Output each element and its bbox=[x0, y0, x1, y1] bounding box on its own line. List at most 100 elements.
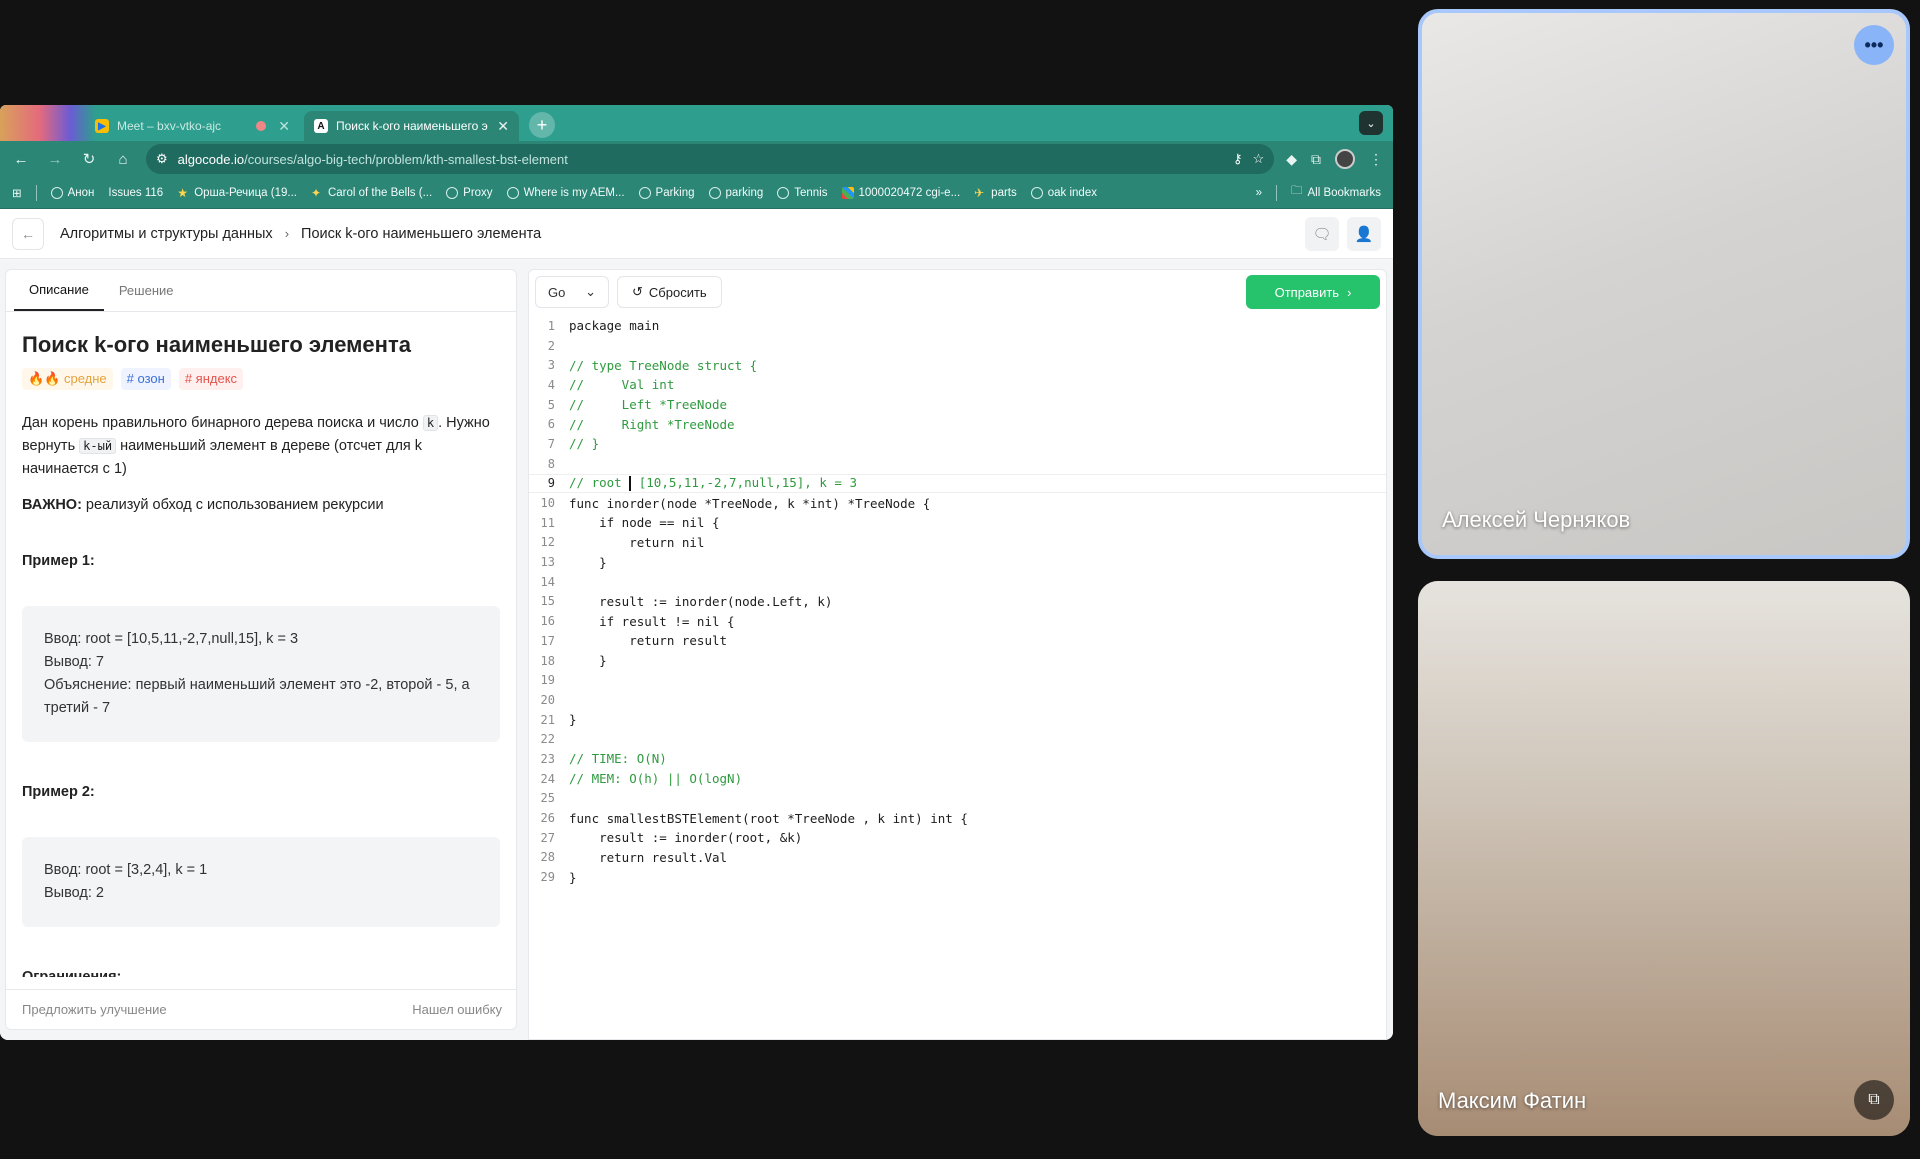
tab-search-button[interactable]: ⌄ bbox=[1359, 111, 1383, 135]
code-text: } bbox=[569, 869, 577, 885]
line-number: 17 bbox=[540, 633, 555, 648]
globe-icon bbox=[708, 186, 721, 199]
chevron-down-icon: ⌄ bbox=[585, 284, 596, 299]
bookmark-item[interactable]: Tennis bbox=[777, 186, 828, 199]
microsoft-icon bbox=[841, 186, 854, 199]
bookmark-item[interactable]: 1000020472 cgi-e... bbox=[841, 186, 960, 199]
line-number: 27 bbox=[540, 830, 555, 845]
bookmark-item[interactable]: ✦ Carol of the Bells (... bbox=[311, 187, 432, 199]
profile-avatar[interactable] bbox=[1335, 149, 1355, 169]
address-bar[interactable]: ⚙ algocode.io/courses/algo-big-tech/prob… bbox=[146, 144, 1275, 174]
suggest-improvement-link[interactable]: Предложить улучшение bbox=[22, 1002, 167, 1017]
submit-button[interactable]: Отправить › bbox=[1246, 275, 1380, 309]
code-line[interactable]: 11 if node == nil { bbox=[529, 513, 1386, 533]
code-text: result := inorder(root, &k) bbox=[569, 830, 803, 846]
browser-menu-icon[interactable]: ⋮ bbox=[1369, 151, 1383, 168]
back-button[interactable]: ← bbox=[12, 217, 44, 250]
constraints-title: Ограничения: bbox=[22, 969, 122, 977]
code-line[interactable]: 27 result := inorder(root, &k) bbox=[529, 828, 1386, 848]
close-tab-icon[interactable]: ✕ bbox=[497, 118, 509, 135]
bookmark-item[interactable]: ★ Орша-Речица (19... bbox=[177, 187, 297, 199]
code-line[interactable]: 20 bbox=[529, 690, 1386, 710]
reload-icon[interactable]: ↻ bbox=[78, 150, 100, 168]
code-line[interactable]: 24 // MEM: O(h) || O(logN) bbox=[529, 769, 1386, 789]
code-line[interactable]: 10 func inorder(node *TreeNode, k *int) *… bbox=[529, 493, 1386, 513]
password-key-icon[interactable]: ⚷ bbox=[1233, 151, 1243, 167]
tab-solution[interactable]: Решение bbox=[104, 270, 189, 311]
code-line[interactable]: 18 } bbox=[529, 651, 1386, 671]
tag-yandex[interactable]: # яндекс bbox=[178, 368, 244, 390]
tab-meet[interactable]: ▶ Meet – bxv-vtko-ajc ✕ bbox=[85, 111, 300, 141]
code-line[interactable]: 26 func smallestBSTElement(root *TreeNode… bbox=[529, 808, 1386, 828]
code-line[interactable]: 25 bbox=[529, 789, 1386, 809]
code-line[interactable]: 16 if result != nil { bbox=[529, 611, 1386, 631]
video-tile-participant2[interactable]: Максим Фатин ⧉ bbox=[1418, 581, 1910, 1136]
apps-grid-icon[interactable]: ⊞ bbox=[12, 186, 22, 200]
code-area[interactable]: 1 package main 2 3// type TreeNode struct {… bbox=[529, 314, 1386, 887]
code-line[interactable]: 29} bbox=[529, 867, 1386, 887]
bookmark-star-icon[interactable]: ☆ bbox=[1253, 151, 1265, 167]
globe-icon bbox=[1030, 186, 1043, 199]
code-line[interactable]: 5 // Left *TreeNode bbox=[529, 395, 1386, 415]
bookmark-item[interactable]: Анон bbox=[50, 186, 94, 199]
code-line[interactable]: 9 // root [10,5,11,-2,7,null,15], k = 3 bbox=[529, 473, 1386, 494]
code-line[interactable]: 21} bbox=[529, 710, 1386, 730]
line-number: 10 bbox=[540, 496, 555, 511]
code-line[interactable]: 17 return result bbox=[529, 631, 1386, 651]
code-line[interactable]: 4 // Val int bbox=[529, 375, 1386, 395]
tab-algocode[interactable]: A Поиск k-ого наименьшего э ✕ bbox=[304, 111, 519, 141]
bookmark-item[interactable]: Parking bbox=[638, 186, 695, 199]
line-number: 25 bbox=[540, 791, 555, 806]
globe-icon bbox=[777, 186, 790, 199]
video-tile-participant1[interactable]: ••• Алексей Черняков bbox=[1418, 9, 1910, 559]
code-line[interactable]: 22 bbox=[529, 729, 1386, 749]
bookmark-item[interactable]: oak index bbox=[1030, 186, 1097, 199]
code-line[interactable]: 13 } bbox=[529, 552, 1386, 572]
problem-title: Поиск k-ого наименьшего элемента bbox=[22, 332, 411, 357]
code-line[interactable]: 12 return nil bbox=[529, 533, 1386, 553]
language-select[interactable]: Go ⌄ bbox=[535, 276, 609, 308]
participant-name: Алексей Черняков bbox=[1442, 507, 1631, 532]
breadcrumb-parent[interactable]: Алгоритмы и структуры данных bbox=[60, 226, 273, 242]
reset-button[interactable]: ↺ Сбросить bbox=[617, 276, 722, 308]
forward-icon[interactable]: → bbox=[44, 151, 66, 168]
close-tab-icon[interactable]: ✕ bbox=[278, 118, 290, 135]
all-bookmarks-button[interactable]: 🗀 All Bookmarks bbox=[1291, 183, 1381, 202]
globe-icon bbox=[506, 186, 519, 199]
bookmark-item[interactable]: ✈ parts bbox=[974, 187, 1017, 199]
code-line[interactable]: 19 bbox=[529, 670, 1386, 690]
code-line[interactable]: 15 result := inorder(node.Left, k) bbox=[529, 592, 1386, 612]
line-number: 23 bbox=[540, 751, 555, 766]
browser-window: ▶ Meet – bxv-vtko-ajc ✕ A Поиск k-ого на… bbox=[0, 105, 1393, 1040]
bookmark-item[interactable]: parking bbox=[708, 186, 763, 199]
tab-description[interactable]: Описание bbox=[14, 270, 104, 311]
home-icon[interactable]: ⌂ bbox=[112, 151, 134, 168]
problem-footer: Предложить улучшение Нашел ошибку bbox=[6, 989, 516, 1029]
code-line[interactable]: 2 bbox=[529, 336, 1386, 356]
profile-button[interactable]: 👤 bbox=[1347, 216, 1381, 251]
code-line[interactable]: 23 // TIME: O(N) bbox=[529, 749, 1386, 769]
extension-icon[interactable]: ◆ bbox=[1286, 151, 1297, 168]
site-info-icon[interactable]: ⚙ bbox=[156, 151, 168, 167]
bookmark-item[interactable]: Where is my AEM... bbox=[506, 186, 625, 199]
line-number: 15 bbox=[540, 594, 555, 609]
more-options-button[interactable]: ••• bbox=[1854, 25, 1894, 65]
back-icon[interactable]: ← bbox=[10, 151, 32, 168]
code-line[interactable]: 1 package main bbox=[529, 316, 1386, 336]
tag-ozon[interactable]: # озон bbox=[120, 368, 171, 390]
code-line[interactable]: 3 // type TreeNode struct { bbox=[529, 355, 1386, 375]
report-error-link[interactable]: Нашел ошибку bbox=[412, 1002, 502, 1017]
new-tab-button[interactable]: + bbox=[529, 112, 555, 138]
extensions-puzzle-icon[interactable]: ⧉ bbox=[1311, 151, 1321, 168]
bookmark-item[interactable]: Issues 116 bbox=[108, 187, 163, 199]
chat-button[interactable]: 🗨 bbox=[1305, 216, 1339, 251]
bookmark-item[interactable]: Proxy bbox=[446, 186, 493, 199]
code-line[interactable]: 14 bbox=[529, 572, 1386, 592]
code-line[interactable]: 7 // } bbox=[529, 434, 1386, 454]
code-line[interactable]: 8 bbox=[529, 454, 1386, 474]
more-bookmarks-button[interactable]: » bbox=[1256, 187, 1262, 199]
code-line[interactable]: 28 return result.Val bbox=[529, 848, 1386, 868]
page-header: ← Алгоритмы и структуры данных › Поиск k… bbox=[0, 209, 1393, 259]
code-line[interactable]: 6 // Right *TreeNode bbox=[529, 414, 1386, 434]
pip-button[interactable]: ⧉ bbox=[1854, 1080, 1894, 1120]
